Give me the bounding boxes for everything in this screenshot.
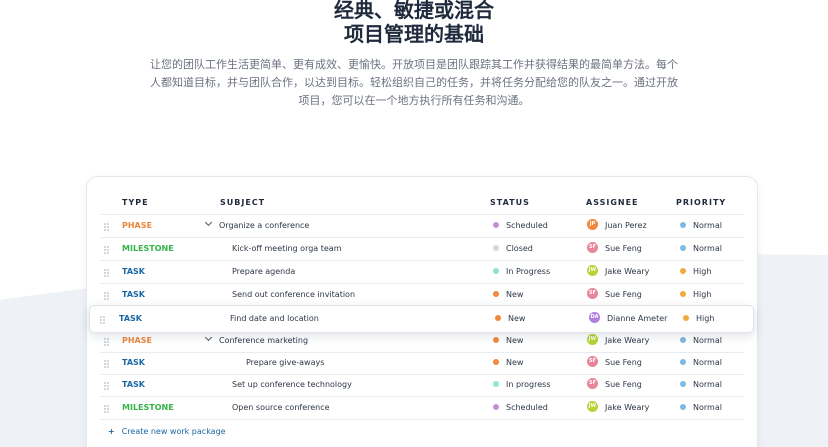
row-assignee[interactable]: SF Sue Feng: [587, 238, 642, 260]
avatar: SF: [587, 242, 598, 253]
row-type: PHASE: [122, 336, 152, 345]
table-row[interactable]: MILESTONE Kick-off meeting orga team Close…: [100, 238, 744, 261]
priority-dot-icon: [680, 290, 686, 297]
row-assignee[interactable]: JW Jake Weary: [587, 330, 649, 352]
row-priority[interactable]: Normal: [680, 330, 722, 352]
row-status[interactable]: Scheduled: [493, 397, 548, 419]
row-subject[interactable]: Prepare give-aways: [246, 352, 324, 374]
drag-handle-icon[interactable]: [104, 360, 110, 368]
row-priority[interactable]: Normal: [680, 352, 722, 374]
status-dot-icon: [493, 221, 499, 228]
row-priority[interactable]: Normal: [680, 397, 722, 419]
priority-dot-icon: [680, 403, 686, 410]
chevron-down-icon[interactable]: [204, 333, 213, 342]
row-priority[interactable]: High: [683, 306, 714, 332]
row-subject[interactable]: Conference marketing: [204, 330, 308, 352]
row-subject[interactable]: Find date and location: [230, 306, 319, 332]
row-priority[interactable]: Normal: [680, 238, 722, 260]
row-status[interactable]: Closed: [493, 238, 533, 260]
status-dot-icon: [495, 314, 501, 321]
drag-handle-icon[interactable]: [104, 246, 110, 254]
avatar: SF: [587, 288, 598, 299]
row-subject[interactable]: Kick-off meeting orga team: [232, 238, 342, 260]
table-row[interactable]: TASK Send out conference invitation New SF S…: [100, 284, 744, 307]
row-status[interactable]: In Progress: [493, 261, 550, 283]
row-subject[interactable]: Organize a conference: [204, 215, 309, 237]
table-row[interactable]: PHASE Conference marketing New JW Jake Weary…: [100, 330, 744, 353]
priority-dot-icon: [680, 358, 686, 365]
row-type: PHASE: [122, 221, 152, 230]
status-dot-icon: [493, 380, 499, 387]
avatar: SF: [587, 378, 598, 389]
header-divider: [100, 192, 744, 215]
row-subject[interactable]: Set up conference technology: [232, 374, 352, 396]
row-type: MILESTONE: [122, 403, 174, 412]
row-assignee[interactable]: JW Jake Weary: [587, 397, 649, 419]
row-assignee[interactable]: SF Sue Feng: [587, 374, 642, 396]
status-dot-icon: [493, 403, 499, 410]
row-assignee[interactable]: SF Sue Feng: [587, 284, 642, 306]
hero-description: 让您的团队工作生活更简单、更有成效、更愉快。开放项目是团队跟踪其工作并获得结果的…: [150, 58, 678, 107]
table-row[interactable]: TASK Set up conference technology In progr…: [100, 374, 744, 397]
row-status[interactable]: In progress: [493, 374, 551, 396]
table-row[interactable]: PHASE Organize a conference Scheduled JP Jua…: [100, 215, 744, 238]
hero-title-line1: 经典、敏捷或混合: [334, 0, 494, 22]
row-type: MILESTONE: [122, 244, 174, 253]
chevron-down-icon[interactable]: [204, 218, 213, 227]
row-type: TASK: [122, 358, 145, 367]
drag-handle-icon[interactable]: [100, 316, 106, 324]
row-status[interactable]: New: [493, 284, 523, 306]
row-priority[interactable]: Normal: [680, 215, 722, 237]
row-assignee[interactable]: JP Juan Perez: [587, 215, 647, 237]
dragged-row[interactable]: TASK Find date and location New DA Dianne…: [89, 305, 754, 333]
row-type: TASK: [122, 290, 145, 299]
row-status[interactable]: New: [495, 306, 525, 332]
row-subject[interactable]: Prepare agenda: [232, 261, 295, 283]
status-dot-icon: [493, 267, 499, 274]
row-priority[interactable]: High: [680, 284, 711, 306]
status-dot-icon: [493, 336, 499, 343]
row-assignee[interactable]: SF Sue Feng: [587, 352, 642, 374]
row-status[interactable]: Scheduled: [493, 215, 548, 237]
avatar: JW: [587, 334, 598, 345]
avatar: SF: [587, 356, 598, 367]
row-assignee[interactable]: JW Jake Weary: [587, 261, 649, 283]
drag-handle-icon[interactable]: [104, 292, 110, 300]
row-assignee[interactable]: DA Dianne Ameter: [589, 306, 667, 332]
status-dot-icon: [493, 244, 499, 251]
row-status[interactable]: New: [493, 330, 523, 352]
row-priority[interactable]: Normal: [680, 374, 722, 396]
table-row[interactable]: TASK Prepare agenda In Progress JW Jake Wear…: [100, 261, 744, 284]
row-status[interactable]: New: [493, 352, 523, 374]
priority-dot-icon: [680, 380, 686, 387]
priority-dot-icon: [680, 221, 686, 228]
row-type: TASK: [122, 267, 145, 276]
priority-dot-icon: [680, 267, 686, 274]
drag-handle-icon[interactable]: [104, 269, 110, 277]
status-dot-icon: [493, 358, 499, 365]
status-dot-icon: [493, 290, 499, 297]
drag-handle-icon[interactable]: [104, 338, 110, 346]
priority-dot-icon: [680, 244, 686, 251]
priority-dot-icon: [683, 314, 689, 321]
avatar: JW: [587, 265, 598, 276]
avatar: DA: [589, 312, 600, 323]
row-subject[interactable]: Send out conference invitation: [232, 284, 355, 306]
drag-handle-icon[interactable]: [104, 382, 110, 390]
drag-handle-icon[interactable]: [104, 405, 110, 413]
row-priority[interactable]: High: [680, 261, 711, 283]
hero-title-line2: 项目管理的基础: [344, 22, 484, 46]
row-subject[interactable]: Open source conference: [232, 397, 330, 419]
row-type: TASK: [122, 380, 145, 389]
create-work-package-link[interactable]: + Create new work package: [108, 427, 226, 436]
table-row[interactable]: TASK Prepare give-aways New SF Sue Feng Norma…: [100, 352, 744, 375]
plus-icon: +: [108, 427, 115, 436]
avatar: JW: [587, 401, 598, 412]
priority-dot-icon: [680, 336, 686, 343]
drag-handle-icon[interactable]: [104, 223, 110, 231]
row-type: TASK: [119, 314, 142, 323]
table-row[interactable]: MILESTONE Open source conference Scheduled…: [100, 397, 744, 420]
avatar: JP: [587, 219, 598, 230]
